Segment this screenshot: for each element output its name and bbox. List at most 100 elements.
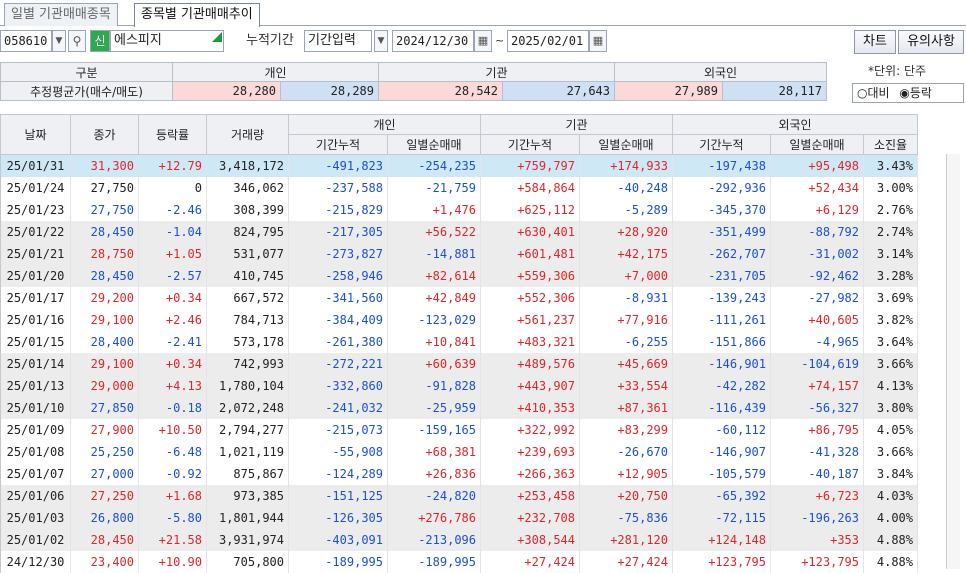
table-row[interactable]: 25/01/20 28,450 -2.57 410,745 -258,946 +82,61… <box>0 264 918 287</box>
row-change: -6.48 <box>138 440 207 463</box>
row-individual-daily: +276,786 <box>387 506 481 529</box>
row-volume: 573,178 <box>206 330 289 353</box>
row-foreign-daily: -4,965 <box>770 330 864 353</box>
radio-compare-label[interactable]: 대비 <box>867 86 889 100</box>
col-group-individual: 개인 <box>288 114 481 135</box>
table-row[interactable]: 25/01/09 27,900 +10.50 2,794,277 -215,073 -15… <box>0 418 918 441</box>
row-institution-cum: +410,353 <box>480 396 580 419</box>
end-date-input[interactable]: 2025/02/01 <box>507 30 589 52</box>
table-row[interactable]: 25/01/06 27,250 +1.68 973,385 -151,125 -24,82… <box>0 484 918 507</box>
row-individual-cum: -124,289 <box>288 462 388 485</box>
radio-compare-icon[interactable]: ○ <box>857 86 867 100</box>
display-mode-radio-group: ○대비 ◉등락 <box>852 83 964 103</box>
row-volume: 705,800 <box>206 550 289 573</box>
table-row[interactable]: 25/01/10 27,850 -0.18 2,072,248 -241,032 -25,… <box>0 396 918 419</box>
calendar-icon[interactable]: ▦ <box>474 30 492 52</box>
period-mode-select[interactable]: 기간입력 <box>304 30 372 52</box>
row-foreign-cum: -262,707 <box>672 242 771 265</box>
table-row[interactable]: 24/12/30 23,400 +10.90 705,800 -189,995 -189,… <box>0 550 918 573</box>
row-individual-daily: +10,841 <box>387 330 481 353</box>
individual-buy-avg: 28,280 <box>172 81 281 101</box>
col-group-foreign: 외국인 <box>672 114 918 135</box>
chevron-down-icon[interactable]: ▼ <box>374 30 388 52</box>
col-date[interactable]: 날짜 <box>0 114 71 155</box>
notice-button[interactable]: 유의사항 <box>898 30 964 54</box>
new-listing-badge: 신 <box>90 30 110 52</box>
row-date: 25/01/31 <box>0 154 71 177</box>
row-individual-cum: -217,305 <box>288 220 388 243</box>
row-institution-cum: +561,237 <box>480 308 580 331</box>
calendar-icon[interactable]: ▦ <box>589 30 607 52</box>
col-change[interactable]: 등락률 <box>138 114 207 155</box>
col-foreign-daily[interactable]: 일별순매매 <box>770 134 864 155</box>
table-row[interactable]: 25/01/08 25,250 -6.48 1,021,119 -55,908 +68,3… <box>0 440 918 463</box>
table-row[interactable]: 25/01/02 28,450 +21.58 3,931,974 -403,091 -21… <box>0 528 918 551</box>
chart-button[interactable]: 차트 <box>854 30 896 54</box>
row-individual-daily: +60,639 <box>387 352 481 375</box>
row-institution-daily: +174,933 <box>579 154 673 177</box>
row-institution-daily: +27,424 <box>579 550 673 573</box>
row-individual-cum: -403,091 <box>288 528 388 551</box>
col-foreign-cum[interactable]: 기간누적 <box>672 134 771 155</box>
row-change: +4.13 <box>138 374 207 397</box>
table-row[interactable]: 25/01/14 29,100 +0.34 742,993 -272,221 +60,63… <box>0 352 918 375</box>
start-date-input[interactable]: 2024/12/30 <box>392 30 474 52</box>
col-individual-cum[interactable]: 기간누적 <box>288 134 388 155</box>
table-row[interactable]: 25/01/16 29,100 +2.46 784,713 -384,409 -123,0… <box>0 308 918 331</box>
chevron-down-icon[interactable]: ▼ <box>52 30 66 52</box>
summary-header-label: 구분 <box>0 62 173 82</box>
table-row[interactable]: 25/01/03 26,800 -5.80 1,801,944 -126,305 +276… <box>0 506 918 529</box>
row-individual-cum: -215,829 <box>288 198 388 221</box>
row-date: 25/01/23 <box>0 198 71 221</box>
row-institution-daily: +33,554 <box>579 374 673 397</box>
row-close: 28,400 <box>70 330 139 353</box>
row-institution-cum: +601,481 <box>480 242 580 265</box>
vertical-scrollbar[interactable] <box>946 154 960 569</box>
row-institution-daily: -75,836 <box>579 506 673 529</box>
row-exhaust-rate: 3.64% <box>863 330 918 353</box>
row-foreign-daily: -196,263 <box>770 506 864 529</box>
table-row[interactable]: 25/01/13 29,000 +4.13 1,780,104 -332,860 -91,… <box>0 374 918 397</box>
col-institution-cum[interactable]: 기간누적 <box>480 134 580 155</box>
radio-rate-icon[interactable]: ◉ <box>899 86 909 100</box>
date-separator: ~ <box>495 34 505 47</box>
row-individual-cum: -241,032 <box>288 396 388 419</box>
table-row[interactable]: 25/01/17 29,200 +0.34 667,572 -341,560 +42,84… <box>0 286 918 309</box>
col-individual-daily[interactable]: 일별순매매 <box>387 134 481 155</box>
row-foreign-daily: -56,327 <box>770 396 864 419</box>
table-row[interactable]: 25/01/15 28,400 -2.41 573,178 -261,380 +10,84… <box>0 330 918 353</box>
radio-rate-label[interactable]: 등락 <box>910 86 932 100</box>
row-institution-cum: +559,306 <box>480 264 580 287</box>
row-foreign-cum: -151,866 <box>672 330 771 353</box>
individual-sell-avg: 28,289 <box>280 81 379 101</box>
row-change: -5.80 <box>138 506 207 529</box>
table-row[interactable]: 25/01/23 27,750 -2.46 308,399 -215,829 +1,476… <box>0 198 918 221</box>
tab-stock-institution-trend[interactable]: 종목별 기관매매추이 <box>134 3 260 27</box>
row-volume: 667,572 <box>206 286 289 309</box>
table-row[interactable]: 25/01/31 31,300 +12.79 3,418,172 -491,823 -25… <box>0 154 918 177</box>
period-label: 누적기간 <box>246 33 294 48</box>
row-volume: 784,713 <box>206 308 289 331</box>
table-row[interactable]: 25/01/24 27,750 0 346,062 -237,588 -21,759 +58… <box>0 176 918 199</box>
table-row[interactable]: 25/01/22 28,450 -1.04 824,795 -217,305 +56,52… <box>0 220 918 243</box>
row-individual-daily: +82,614 <box>387 264 481 287</box>
row-foreign-cum: +123,795 <box>672 550 771 573</box>
col-exhaust-rate[interactable]: 소진율 <box>863 134 918 155</box>
average-price-summary: 구분 개인 기관 외국인 추정평균가(매수/매도) 28,280 28,289 … <box>0 62 827 101</box>
stock-code-input[interactable]: 058610 <box>0 30 52 52</box>
table-row[interactable]: 25/01/07 27,000 -0.92 875,867 -124,289 +26,83… <box>0 462 918 485</box>
row-volume: 3,418,172 <box>206 154 289 177</box>
row-institution-daily: +28,920 <box>579 220 673 243</box>
row-date: 25/01/22 <box>0 220 71 243</box>
search-icon[interactable]: ⚲ <box>68 30 86 52</box>
tab-daily-institution-stocks[interactable]: 일별 기관매매종목 <box>4 3 118 26</box>
row-foreign-cum: -197,438 <box>672 154 771 177</box>
row-individual-daily: -25,959 <box>387 396 481 419</box>
row-volume: 875,867 <box>206 462 289 485</box>
table-row[interactable]: 25/01/21 28,750 +1.05 531,077 -273,827 -14,88… <box>0 242 918 265</box>
row-institution-cum: +584,864 <box>480 176 580 199</box>
row-individual-cum: -258,946 <box>288 264 388 287</box>
col-volume[interactable]: 거래량 <box>206 114 289 155</box>
col-institution-daily[interactable]: 일별순매매 <box>579 134 673 155</box>
col-close[interactable]: 종가 <box>70 114 139 155</box>
